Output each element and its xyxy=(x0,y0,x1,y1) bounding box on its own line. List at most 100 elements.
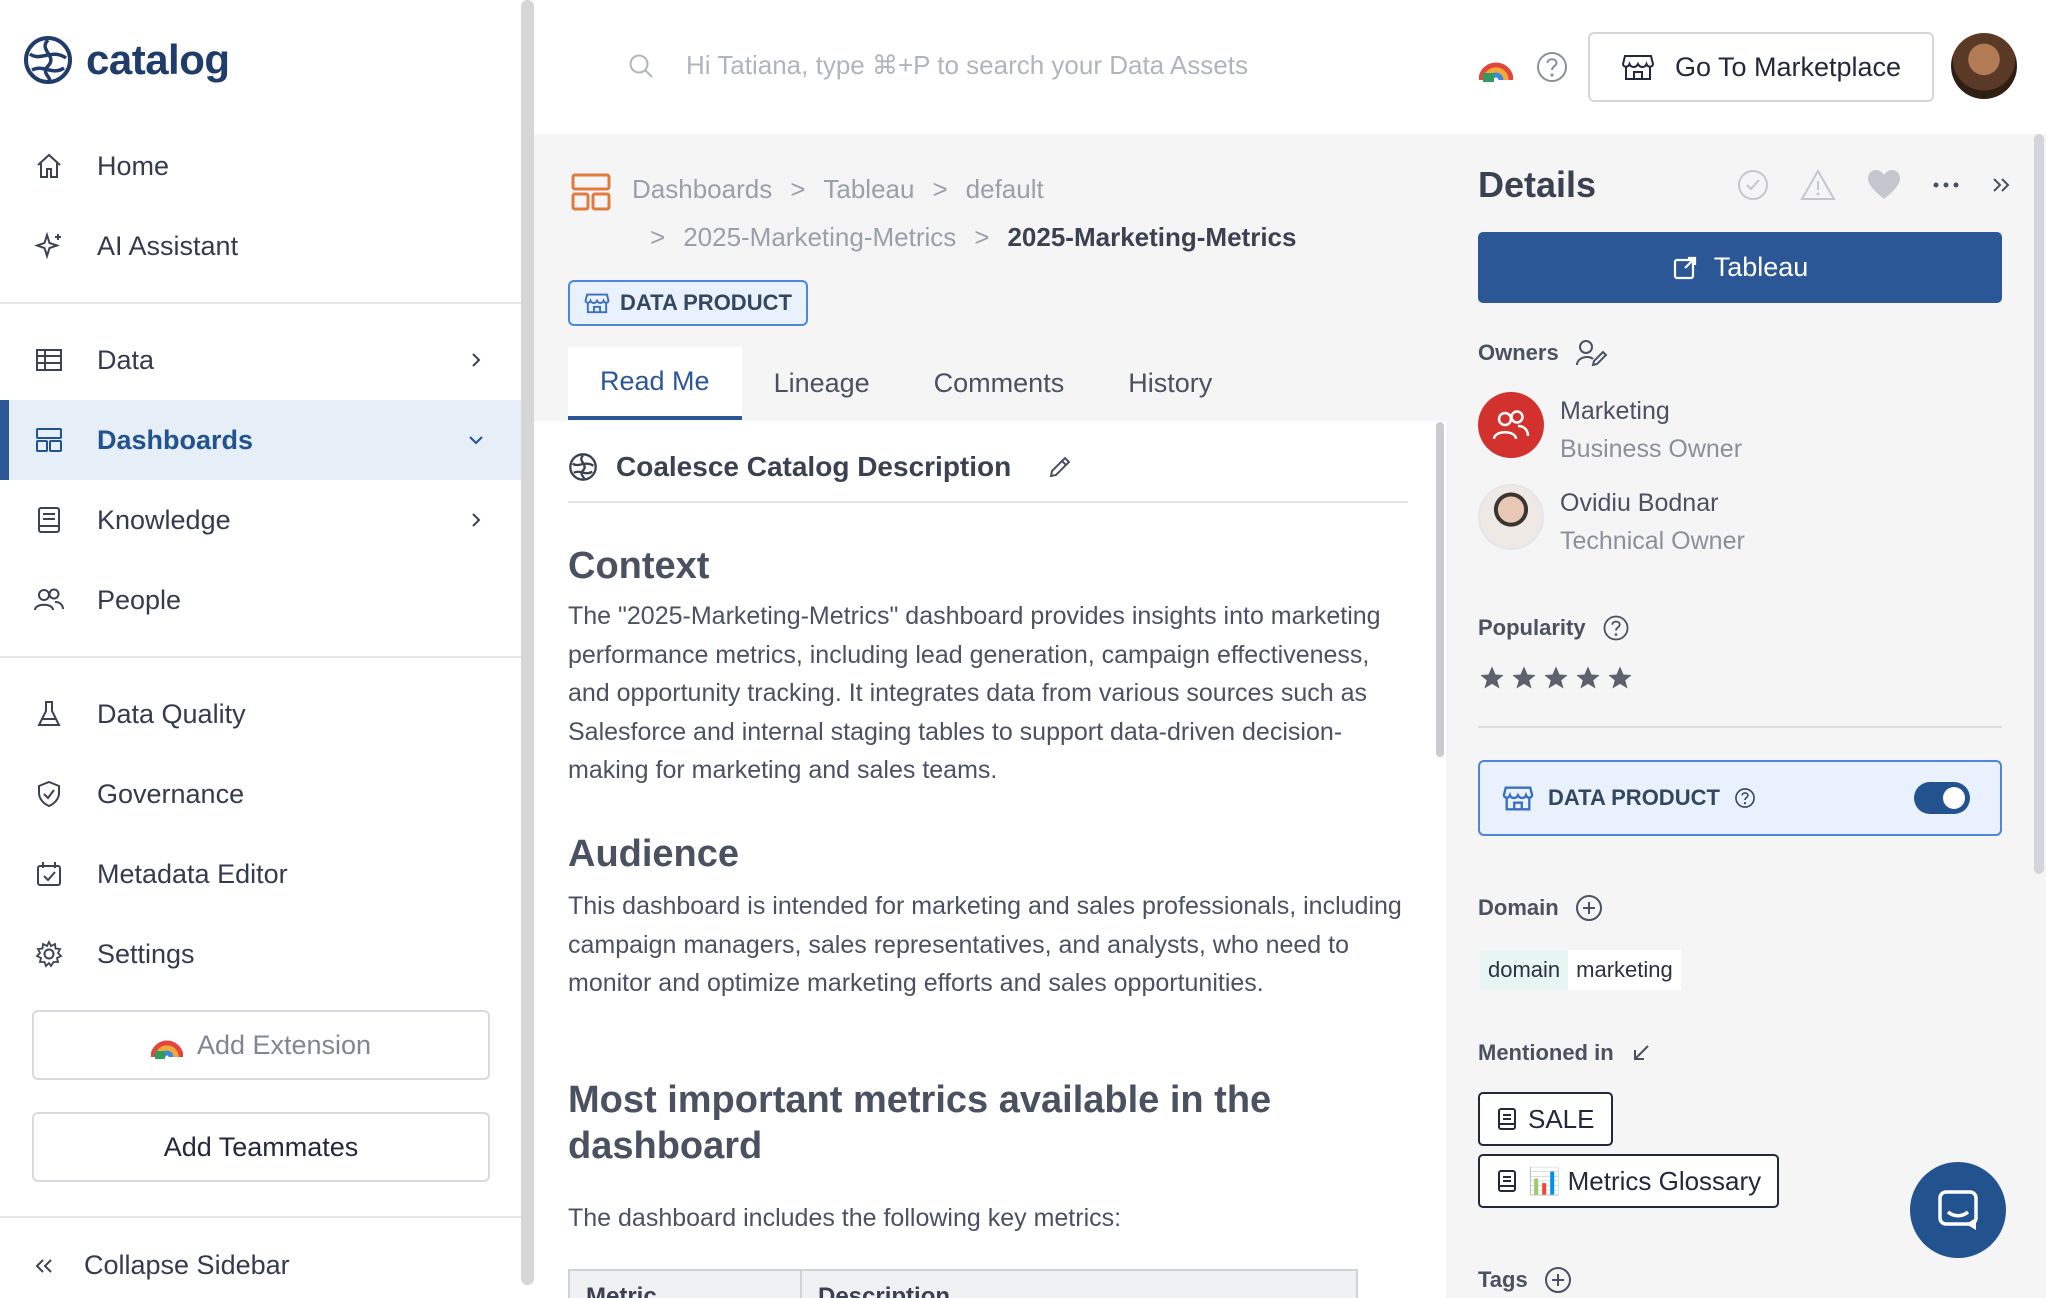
owner-text: Ovidiu Bodnar Technical Owner xyxy=(1560,484,1745,560)
sidebar-item-governance[interactable]: Governance xyxy=(0,754,522,834)
storefront-icon xyxy=(1621,52,1655,82)
document-icon xyxy=(1496,1169,1518,1193)
sparkle-icon xyxy=(32,229,66,263)
sidebar-item-knowledge[interactable]: Knowledge xyxy=(0,480,522,560)
data-product-toggle-card: DATA PRODUCT xyxy=(1478,760,2002,836)
owner-item[interactable]: Ovidiu Bodnar Technical Owner xyxy=(1478,484,1745,560)
domain-tag-value: marketing xyxy=(1568,950,1681,990)
tab-lineage[interactable]: Lineage xyxy=(742,347,902,420)
breadcrumb-current: 2025-Marketing-Metrics xyxy=(1007,222,1297,252)
collapse-sidebar-button[interactable]: Collapse Sidebar xyxy=(32,1250,290,1281)
gear-icon xyxy=(32,937,66,971)
book-icon xyxy=(32,503,66,537)
description-header: Coalesce Catalog Description xyxy=(568,451,1073,483)
pencil-icon[interactable] xyxy=(1047,454,1073,480)
app-name: catalog xyxy=(86,36,230,83)
verify-check-icon[interactable] xyxy=(1736,168,1770,202)
chat-icon xyxy=(1936,1188,1980,1232)
breadcrumb-continued: > 2025-Marketing-Metrics > 2025-Marketin… xyxy=(650,222,1296,253)
add-teammates-label: Add Teammates xyxy=(163,1131,359,1162)
breadcrumb-item-tableau[interactable]: Tableau xyxy=(823,174,914,205)
owner-text: Marketing Business Owner xyxy=(1560,392,1742,468)
data-product-badge-label: DATA PRODUCT xyxy=(620,290,792,315)
mentioned-item-label: 📊 Metrics Glossary xyxy=(1528,1165,1762,1196)
sidebar-item-ai-assistant[interactable]: AI Assistant xyxy=(0,206,522,286)
owners-label: Owners xyxy=(1478,338,1609,368)
owners-label-text: Owners xyxy=(1478,340,1559,365)
breadcrumb-separator: > xyxy=(974,222,990,252)
tab-read-me[interactable]: Read Me xyxy=(568,347,742,420)
sidebar-item-label: Dashboards xyxy=(97,424,254,455)
sidebar-item-data-quality[interactable]: Data Quality xyxy=(0,674,522,754)
domain-label: Domain xyxy=(1478,894,1603,922)
mentioned-item[interactable]: SALE xyxy=(1478,1092,1613,1146)
user-avatar[interactable] xyxy=(1951,33,2017,99)
chevron-down-icon xyxy=(466,430,486,450)
rainbow-extension-icon[interactable] xyxy=(1479,52,1513,82)
add-teammates-button[interactable]: Add Teammates xyxy=(32,1112,490,1182)
chevron-right-icon xyxy=(466,350,486,370)
home-icon xyxy=(32,149,66,183)
data-product-toggle[interactable] xyxy=(1914,782,1970,814)
tab-comments[interactable]: Comments xyxy=(902,347,1097,420)
global-search[interactable]: Hi Tatiana, type ⌘+P to search your Data… xyxy=(626,50,1248,81)
breadcrumb-item-workbook[interactable]: 2025-Marketing-Metrics xyxy=(683,222,956,253)
details-scrollbar[interactable] xyxy=(2034,134,2044,874)
arrow-down-left-icon xyxy=(1630,1042,1652,1064)
data-product-label: DATA PRODUCT xyxy=(1548,785,1720,810)
star-icon xyxy=(1542,664,1570,692)
readme-scrollbar[interactable] xyxy=(1436,422,1444,757)
sidebar-item-metadata-editor[interactable]: Metadata Editor xyxy=(0,834,522,914)
app-logo[interactable]: catalog xyxy=(22,34,230,86)
add-circle-icon[interactable] xyxy=(1575,894,1603,922)
dashboard-icon xyxy=(32,423,66,457)
breadcrumb-item-default[interactable]: default xyxy=(966,174,1044,205)
domain-tag[interactable]: domain marketing xyxy=(1480,950,1681,990)
double-chevron-right-icon[interactable] xyxy=(1990,175,2012,195)
help-icon[interactable] xyxy=(1535,50,1569,84)
sidebar-scrollbar[interactable] xyxy=(521,0,534,1285)
avatar xyxy=(1478,484,1544,550)
double-chevron-left-icon xyxy=(32,1256,56,1276)
chat-support-button[interactable] xyxy=(1910,1162,2006,1258)
storefront-icon xyxy=(584,291,610,315)
sidebar-item-label: Data xyxy=(97,344,155,375)
open-in-tableau-button[interactable]: Tableau xyxy=(1478,232,2002,303)
help-icon[interactable] xyxy=(1734,787,1756,809)
tags-label-text: Tags xyxy=(1478,1267,1528,1292)
edit-owners-icon[interactable] xyxy=(1575,338,1609,368)
sidebar-item-label: Governance xyxy=(97,778,245,809)
details-actions xyxy=(1736,168,2012,202)
sidebar-divider xyxy=(0,656,522,658)
sidebar-item-settings[interactable]: Settings xyxy=(0,914,522,994)
sidebar-item-data[interactable]: Data xyxy=(0,320,522,400)
breadcrumb: Dashboards > Tableau > default xyxy=(632,174,1044,205)
metrics-table-header: Metric Description xyxy=(568,1269,1358,1298)
breadcrumb-separator: > xyxy=(790,174,806,204)
heart-icon[interactable] xyxy=(1866,169,1902,201)
star-icon xyxy=(1574,664,1602,692)
details-panel: Details Tableau Owners Marketing Busines… xyxy=(1446,134,2046,1298)
owner-name: Marketing xyxy=(1560,397,1670,425)
owner-role: Technical Owner xyxy=(1560,527,1745,555)
sidebar-item-dashboards[interactable]: Dashboards xyxy=(0,400,522,480)
sidebar-item-people[interactable]: People xyxy=(0,560,522,640)
add-extension-button[interactable]: Add Extension xyxy=(32,1010,490,1080)
more-options-icon[interactable] xyxy=(1932,181,1960,189)
sidebar-item-home[interactable]: Home xyxy=(0,126,522,206)
go-to-marketplace-button[interactable]: Go To Marketplace xyxy=(1588,32,1934,102)
breadcrumb-item-dashboards[interactable]: Dashboards xyxy=(632,174,772,205)
chevron-right-icon xyxy=(466,510,486,530)
add-circle-icon[interactable] xyxy=(1544,1266,1572,1294)
add-extension-label: Add Extension xyxy=(196,1029,372,1060)
warning-icon[interactable] xyxy=(1800,168,1836,202)
shield-icon xyxy=(32,777,66,811)
sidebar-item-label: Settings xyxy=(97,938,195,969)
mentioned-item[interactable]: 📊 Metrics Glossary xyxy=(1478,1154,1780,1208)
help-icon[interactable] xyxy=(1602,614,1630,642)
sidebar-item-label: Metadata Editor xyxy=(97,858,288,889)
tab-history[interactable]: History xyxy=(1096,347,1244,420)
breadcrumb-separator: > xyxy=(650,222,666,252)
owner-item[interactable]: Marketing Business Owner xyxy=(1478,392,1742,468)
star-icon xyxy=(1510,664,1538,692)
